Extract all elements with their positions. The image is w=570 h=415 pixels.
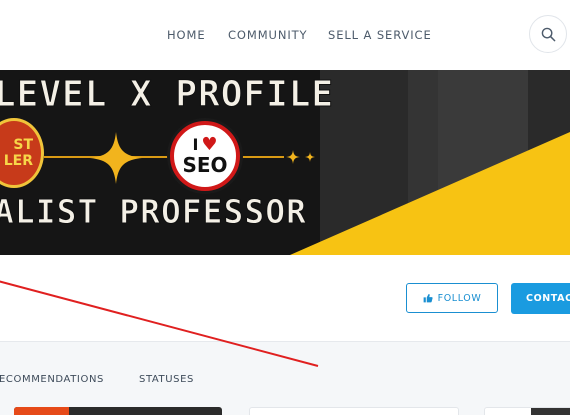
content-card[interactable]	[249, 407, 459, 415]
nav-sell-a-service-link[interactable]: SELL A SERVICE	[328, 28, 432, 42]
tab-statuses[interactable]: STATUSES	[139, 374, 194, 385]
nav-home-link[interactable]: HOME	[167, 28, 206, 42]
badge-seo-i: I	[192, 135, 199, 154]
content-card[interactable]	[14, 407, 222, 415]
gold-divider-line	[240, 156, 284, 158]
sparkle-icon	[90, 132, 142, 184]
nav-community-link[interactable]: COMMUNITY	[228, 28, 308, 42]
cover-banner: LEVEL X PROFILE ST LER I ♥ SEO ALIST PRO…	[0, 70, 570, 255]
search-icon	[541, 27, 555, 41]
thumbs-up-icon	[423, 293, 433, 303]
profile-action-bar: FOLLOW CONTACT	[0, 255, 570, 341]
contact-button[interactable]: CONTACT	[511, 283, 570, 314]
follow-button[interactable]: FOLLOW	[406, 283, 498, 313]
badge-text: LER	[3, 153, 33, 169]
badge-text: ST	[13, 137, 33, 153]
contact-button-label: CONTACT	[526, 293, 570, 304]
heart-icon: ♥	[201, 134, 218, 155]
i-love-seo-badge: I ♥ SEO	[170, 121, 240, 191]
banner-headline: LEVEL X PROFILE	[0, 74, 335, 116]
top-navigation: HOME COMMUNITY SELL A SERVICE	[0, 0, 570, 70]
banner-subheadline: ALIST PROFESSOR	[0, 192, 308, 232]
content-card[interactable]	[484, 407, 570, 415]
sparkle-small-icon	[305, 152, 315, 162]
tab-recommendations[interactable]: ECOMMENDATIONS	[0, 374, 104, 385]
badge-seo-text: SEO	[182, 153, 228, 177]
sparkle-small-icon	[286, 150, 300, 164]
follow-button-label: FOLLOW	[437, 292, 482, 304]
profile-tabs: ECOMMENDATIONS STATUSES	[0, 341, 570, 415]
search-button[interactable]	[529, 15, 567, 53]
